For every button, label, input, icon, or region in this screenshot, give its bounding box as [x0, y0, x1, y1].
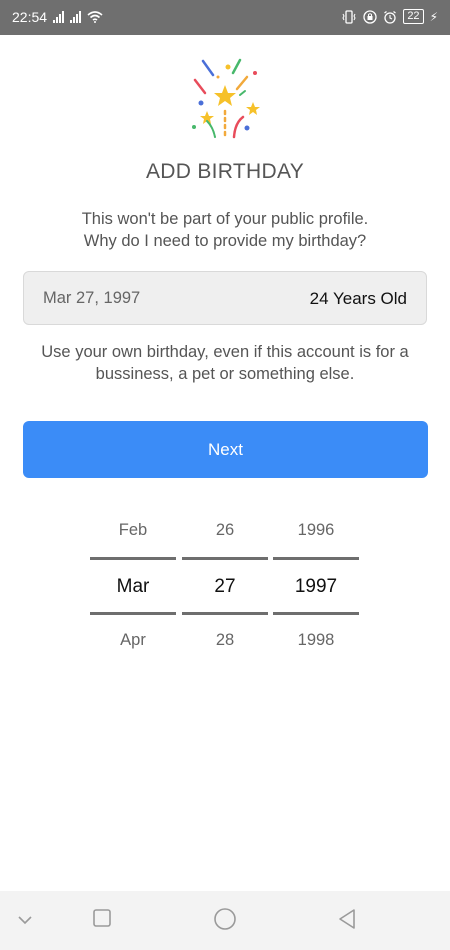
signal-icon — [53, 11, 65, 23]
day-divider-bottom — [182, 612, 268, 615]
year-divider-bottom — [273, 612, 359, 615]
signal-icon-2 — [70, 11, 82, 23]
status-right: 22 ⚡ — [341, 9, 438, 24]
navigation-bar — [0, 891, 450, 950]
year-prev[interactable]: 1996 — [273, 521, 359, 540]
day-selected[interactable]: 27 — [182, 576, 268, 598]
lock-circle-icon — [363, 9, 377, 24]
birthday-value: Mar 27, 1997 — [43, 289, 141, 307]
vibrate-icon — [342, 9, 356, 24]
age-text: 24 Years Old — [309, 289, 407, 308]
day-prev[interactable]: 26 — [182, 521, 268, 540]
circle-home-icon[interactable] — [213, 907, 237, 931]
month-prev[interactable]: Feb — [90, 521, 176, 540]
birthday-field[interactable]: Mar 27, 1997 24 Years Old — [23, 271, 427, 325]
day-divider-top — [182, 557, 268, 560]
charging-icon: ⚡ — [429, 9, 438, 24]
status-time: 22:54 — [12, 9, 48, 25]
month-divider-top — [90, 557, 176, 560]
year-next[interactable]: 1998 — [273, 631, 359, 650]
why-birthday-link[interactable]: Why do I need to provide my birthday? — [0, 232, 450, 251]
month-divider-bottom — [90, 612, 176, 615]
status-bar: 22:54 22 ⚡ — [0, 0, 450, 35]
alarm-icon — [384, 10, 397, 24]
subtitle-text: This won't be part of your public profil… — [81, 210, 369, 228]
info-text-line2: bussiness, a pet or something else. — [95, 365, 355, 383]
status-left: 22:54 — [12, 9, 103, 25]
year-divider-top — [273, 557, 359, 560]
battery-icon: 22 — [403, 9, 424, 24]
triangle-back-icon[interactable] — [336, 908, 358, 930]
month-next[interactable]: Apr — [90, 631, 176, 650]
info-text-line1: Use your own birthday, even if this acco… — [41, 343, 409, 361]
year-selected[interactable]: 1997 — [273, 576, 359, 598]
page-title: ADD BIRTHDAY — [145, 160, 304, 183]
chevron-down-icon[interactable] — [17, 915, 33, 925]
next-button[interactable]: Next — [23, 421, 428, 478]
party-confetti-icon — [192, 58, 260, 139]
month-selected[interactable]: Mar — [90, 576, 176, 598]
day-next[interactable]: 28 — [182, 631, 268, 650]
wifi-icon — [87, 11, 103, 23]
square-recents-icon[interactable] — [92, 908, 112, 928]
